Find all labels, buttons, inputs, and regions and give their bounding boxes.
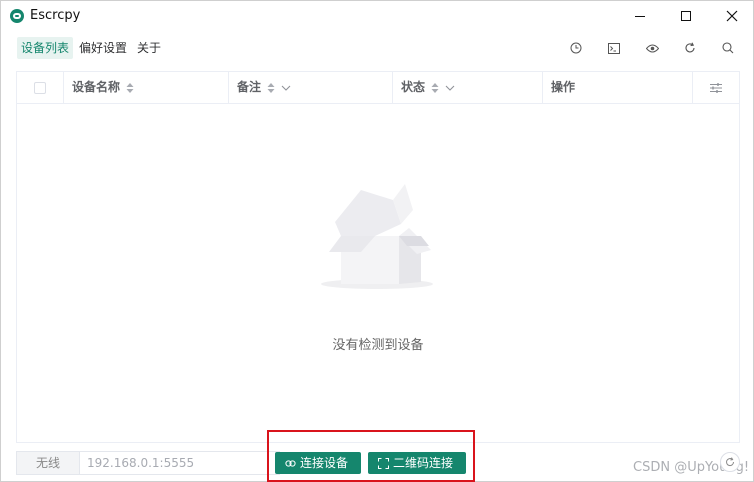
maximize-button[interactable] bbox=[663, 1, 709, 31]
chevron-down-icon[interactable] bbox=[445, 85, 455, 91]
empty-state: 没有检测到设备 bbox=[17, 104, 739, 442]
column-label: 操作 bbox=[551, 80, 576, 94]
close-icon bbox=[726, 10, 738, 22]
table-header: 设备名称 备注 状态 操作 bbox=[17, 72, 739, 104]
empty-box-illustration bbox=[321, 184, 433, 289]
chevron-down-icon[interactable] bbox=[281, 85, 291, 91]
select-all-checkbox[interactable] bbox=[34, 81, 46, 94]
floating-refresh-button[interactable] bbox=[720, 452, 740, 472]
minimize-icon bbox=[635, 15, 645, 17]
history-button[interactable] bbox=[566, 38, 586, 58]
minimize-button[interactable] bbox=[617, 1, 663, 31]
menu-device-list[interactable]: 设备列表 bbox=[17, 37, 74, 59]
search-icon bbox=[722, 42, 734, 54]
app-logo-icon bbox=[10, 9, 24, 23]
menu-preferences[interactable]: 偏好设置 bbox=[75, 37, 131, 59]
column-status[interactable]: 状态 bbox=[393, 72, 543, 103]
header-select-cell bbox=[17, 72, 64, 103]
column-device-name[interactable]: 设备名称 bbox=[64, 72, 229, 103]
sliders-icon bbox=[710, 82, 722, 93]
terminal-button[interactable] bbox=[604, 38, 624, 58]
connection-mode-select[interactable]: 无线 bbox=[16, 451, 80, 475]
window-title: Escrcpy bbox=[30, 8, 81, 23]
refresh-icon bbox=[726, 457, 735, 467]
app-window: Escrcpy 设备列表 偏好设置 关于 设备名称 备注 状态 操作 没有检测到… bbox=[0, 0, 754, 482]
empty-message: 没有检测到设备 bbox=[332, 338, 424, 353]
device-table: 设备名称 备注 状态 操作 没有检测到设备 bbox=[16, 71, 740, 443]
close-button[interactable] bbox=[709, 1, 754, 31]
column-remark[interactable]: 备注 bbox=[229, 72, 393, 103]
sort-icon[interactable] bbox=[126, 82, 134, 94]
column-actions: 操作 bbox=[543, 72, 693, 103]
column-settings[interactable] bbox=[693, 72, 739, 103]
column-label: 状态 bbox=[401, 80, 426, 94]
device-address-input[interactable]: 192.168.0.1:5555 bbox=[80, 451, 280, 475]
refresh-button[interactable] bbox=[680, 38, 700, 58]
menu-about[interactable]: 关于 bbox=[133, 37, 165, 59]
main-menu: 设备列表 偏好设置 关于 bbox=[17, 37, 165, 59]
sort-icon[interactable] bbox=[431, 82, 439, 94]
column-label: 备注 bbox=[237, 80, 262, 94]
highlight-annotation-box bbox=[267, 430, 475, 482]
sort-icon[interactable] bbox=[267, 82, 275, 94]
preview-button[interactable] bbox=[642, 38, 662, 58]
column-label: 设备名称 bbox=[72, 80, 121, 94]
terminal-icon bbox=[608, 42, 620, 54]
eye-icon bbox=[645, 44, 659, 52]
toolbar bbox=[561, 38, 741, 58]
title-bar: Escrcpy bbox=[1, 1, 753, 31]
refresh-icon bbox=[685, 42, 695, 53]
clock-icon bbox=[570, 42, 582, 54]
search-button[interactable] bbox=[718, 38, 738, 58]
maximize-icon bbox=[681, 11, 691, 21]
